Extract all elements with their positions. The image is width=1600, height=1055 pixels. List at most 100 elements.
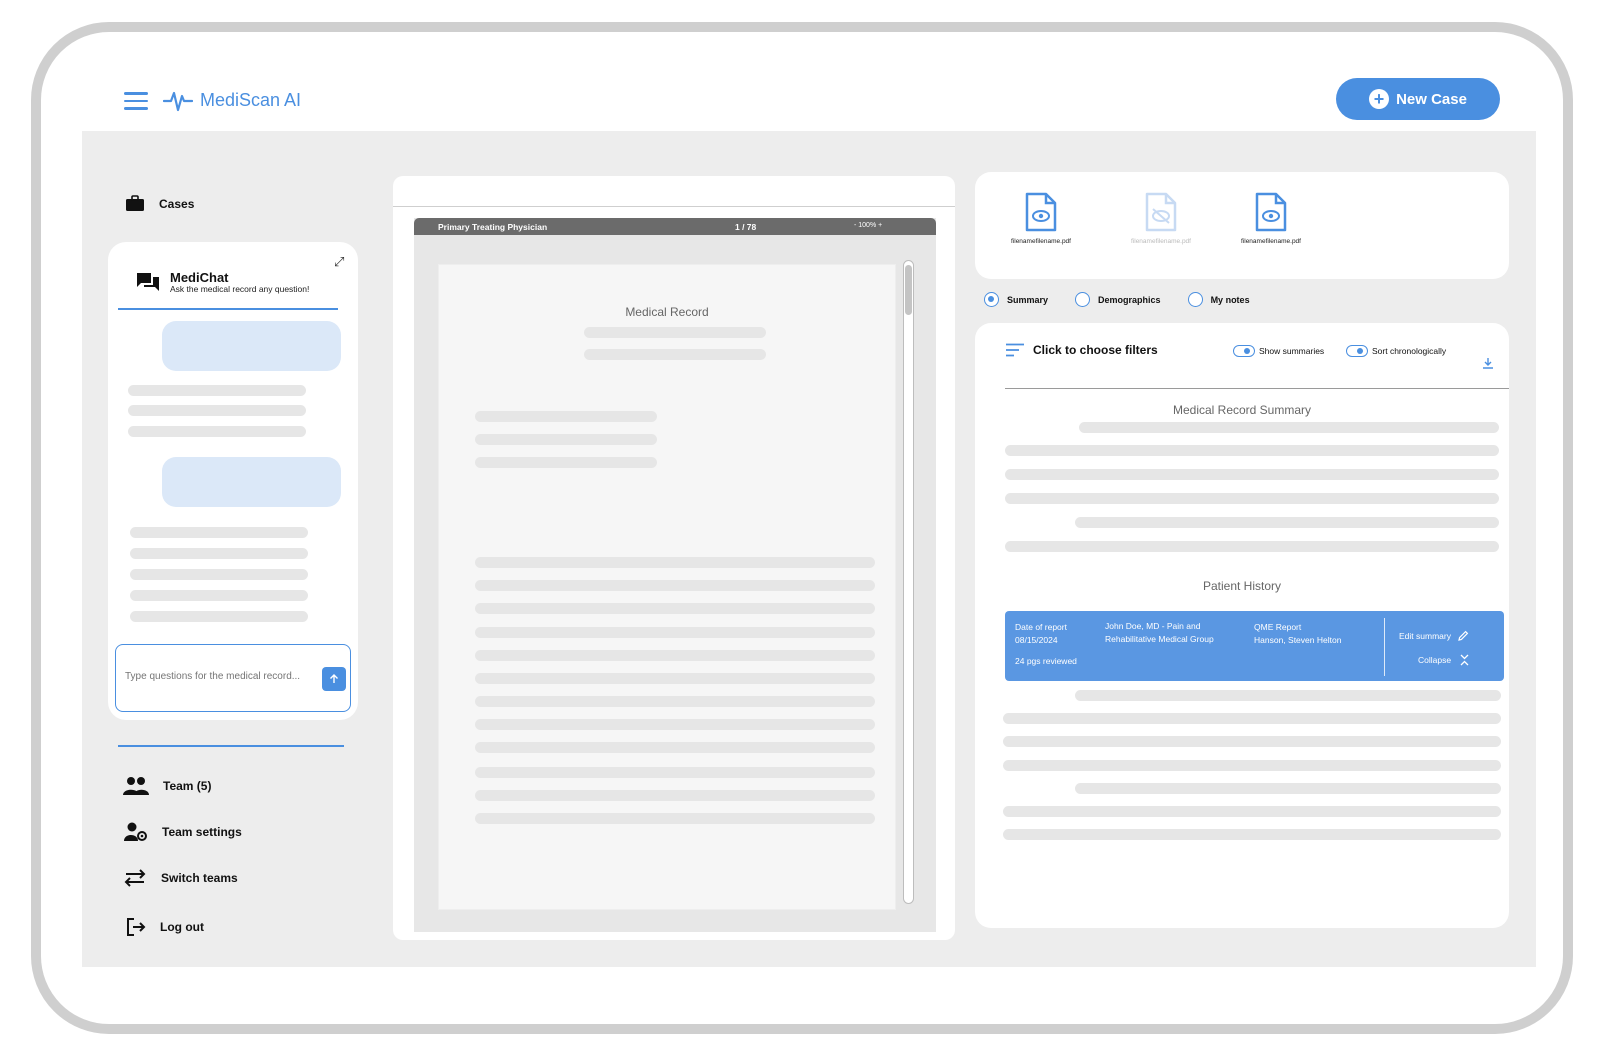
send-button[interactable] (322, 667, 346, 691)
text-line-placeholder (475, 603, 875, 614)
tab-my-notes[interactable]: My notes (1187, 292, 1250, 307)
download-icon[interactable] (1482, 357, 1494, 369)
chat-bubble-user (162, 321, 341, 371)
team-settings-icon (124, 822, 147, 841)
chat-icon (137, 273, 159, 291)
nav-log-out-label: Log out (160, 920, 204, 934)
provider-line-1: John Doe, MD - Pain and (1105, 621, 1201, 631)
nav-team-label: Team (5) (163, 779, 212, 793)
show-summaries-toggle[interactable]: Show summaries (1233, 345, 1324, 357)
text-line-placeholder (1075, 517, 1499, 528)
toggle-icon (1233, 345, 1255, 357)
text-line-placeholder (475, 457, 657, 468)
sort-chronologically-toggle[interactable]: Sort chronologically (1346, 345, 1446, 357)
tab-my-notes-label: My notes (1210, 294, 1250, 305)
text-line-placeholder (475, 650, 875, 661)
history-title: Patient History (1202, 579, 1282, 593)
chat-line-placeholder (130, 569, 308, 580)
nav-team-settings[interactable]: Team settings (124, 822, 242, 842)
tab-demographics[interactable]: Demographics (1075, 292, 1161, 307)
text-line-placeholder (1003, 829, 1501, 840)
collapse-label: Collapse (1418, 655, 1452, 665)
edit-summary-button[interactable]: Edit summary (1399, 630, 1469, 642)
files-panel: filenamefilename.pdf filenamefilename.pd… (975, 172, 1509, 279)
text-line-placeholder (1005, 493, 1499, 504)
text-line-placeholder (475, 580, 875, 591)
pencil-icon (1458, 630, 1469, 641)
file-item[interactable]: filenamefilename.pdf (1116, 192, 1206, 245)
text-line-placeholder (1005, 445, 1499, 456)
chat-line-placeholder (130, 611, 308, 622)
chat-input[interactable] (125, 671, 315, 682)
expand-icon[interactable]: ⤢ (334, 254, 344, 270)
viewer-divider (393, 206, 955, 207)
sort-label: Sort chronologically (1372, 346, 1447, 356)
chat-input-box (115, 644, 351, 712)
text-line-placeholder (475, 627, 875, 638)
zoom-control[interactable]: - 100% + (854, 222, 882, 229)
radio-icon (1187, 292, 1203, 307)
file-item[interactable]: filenamefilename.pdf (996, 192, 1086, 245)
report-date: 08/15/2024 (1015, 635, 1058, 645)
nav-cases[interactable]: Cases (125, 195, 194, 212)
text-line-placeholder (475, 673, 875, 684)
tab-summary[interactable]: Summary (984, 292, 1048, 307)
app-title: MediScan AI (200, 90, 302, 110)
nav-team[interactable]: Team (5) (123, 776, 211, 796)
collapse-icon (1460, 654, 1469, 666)
date-label: Date of report (1015, 622, 1067, 632)
tab-demographics-label: Demographics (1098, 294, 1161, 305)
chat-line-placeholder (130, 590, 308, 601)
file-name: filenamefilename.pdf (1241, 238, 1301, 245)
text-line-placeholder (1005, 541, 1499, 552)
nav-cases-label: Cases (159, 196, 195, 211)
nav-switch-teams[interactable]: Switch teams (123, 869, 238, 887)
report-type: QME Report (1254, 622, 1302, 632)
plus-icon: + (1369, 89, 1390, 109)
text-line-placeholder (1005, 469, 1499, 480)
text-line-placeholder (1003, 713, 1501, 724)
edit-summary-label: Edit summary (1399, 631, 1451, 641)
chat-line-placeholder (130, 548, 308, 559)
logout-icon (127, 918, 146, 936)
nav-log-out[interactable]: Log out (126, 917, 204, 937)
tab-summary-label: Summary (1007, 294, 1049, 305)
page-indicator: 1 / 78 (735, 222, 757, 232)
text-line-placeholder (1003, 760, 1501, 771)
file-name: filenamefilename.pdf (1011, 238, 1071, 245)
text-line-placeholder (475, 434, 657, 445)
chat-title: MediChat (170, 270, 229, 285)
history-entry[interactable]: Date of report 08/15/2024 24 pgs reviewe… (1005, 611, 1504, 681)
scroll-thumb[interactable] (905, 265, 912, 315)
chat-line-placeholder (128, 385, 306, 396)
patient-name: Hanson, Steven Helton (1254, 635, 1342, 645)
team-icon (123, 777, 149, 795)
text-line-placeholder (584, 327, 766, 338)
new-case-button[interactable]: + New Case (1336, 78, 1500, 120)
summary-divider (1005, 388, 1509, 389)
switch-icon (124, 869, 146, 887)
pages-reviewed: 24 pgs reviewed (1015, 656, 1077, 666)
summary-title: Medical Record Summary (1172, 403, 1312, 417)
viewer-scrollbar[interactable] (903, 260, 914, 904)
file-item[interactable]: filenamefilename.pdf (1226, 192, 1316, 245)
filter-button[interactable]: Click to choose filters (1005, 343, 1158, 357)
text-line-placeholder (475, 790, 875, 801)
nav-switch-teams-label: Switch teams (161, 871, 238, 885)
provider-line-2: Rehabilitative Medical Group (1105, 634, 1214, 644)
menu-icon[interactable] (124, 92, 148, 110)
chat-divider (118, 308, 338, 310)
collapse-button[interactable]: Collapse (1418, 654, 1469, 666)
filter-icon (1006, 343, 1024, 357)
sidebar-divider (118, 745, 344, 747)
radio-icon (1075, 292, 1091, 307)
file-name: filenamefilename.pdf (1131, 238, 1191, 245)
chat-subtitle: Ask the medical record any question! (170, 284, 310, 294)
text-line-placeholder (1079, 422, 1499, 433)
text-line-placeholder (1075, 690, 1501, 701)
document-viewer: Primary Treating Physician 1 / 78 - 100%… (393, 176, 955, 940)
document-page: Medical Record (438, 264, 896, 910)
text-line-placeholder (475, 767, 875, 778)
pdf-file-hidden-icon (1145, 192, 1177, 232)
nav-team-settings-label: Team settings (162, 825, 242, 839)
